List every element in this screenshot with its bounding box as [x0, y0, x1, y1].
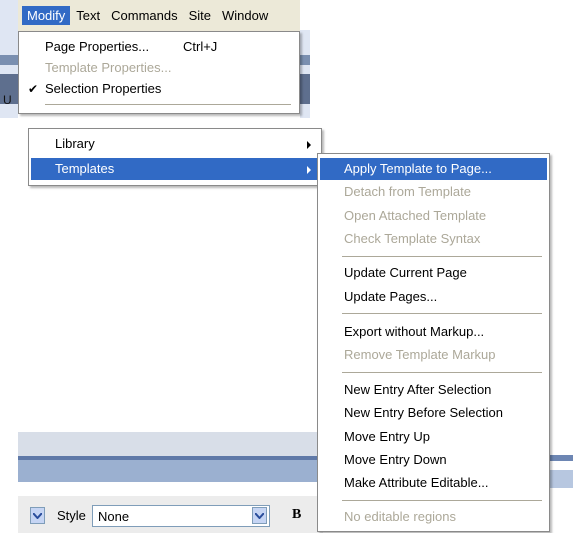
- menu-item-label: Open Attached Template: [344, 208, 487, 223]
- menu-item-new-entry-before-selection[interactable]: New Entry Before Selection: [320, 402, 547, 424]
- menu-item-label: Detach from Template: [344, 184, 471, 199]
- menu-item-no-editable-regions: No editable regions: [320, 506, 547, 528]
- chevron-down-icon[interactable]: [30, 507, 45, 524]
- background-fragment-text: U: [3, 93, 12, 107]
- chevron-down-icon[interactable]: [252, 507, 267, 524]
- menu-item-label: New Entry Before Selection: [344, 405, 503, 420]
- menu-item-open-attached-template: Open Attached Template: [320, 205, 547, 227]
- style-select-value: None: [98, 509, 130, 524]
- menu-separator: [342, 256, 542, 257]
- checkmark-icon: ✔: [28, 82, 39, 96]
- bold-button[interactable]: B: [292, 507, 301, 523]
- menu-text[interactable]: Text: [71, 6, 105, 25]
- menu-item-label: Move Entry Up: [344, 429, 430, 444]
- menu-item-label: Move Entry Down: [344, 452, 447, 467]
- menu-item-export-without-markup[interactable]: Export without Markup...: [320, 321, 547, 343]
- modify-menu: Page Properties... Ctrl+J Template Prope…: [18, 31, 300, 114]
- templates-submenu: Apply Template to Page... Detach from Te…: [317, 153, 550, 532]
- menu-item-templates[interactable]: Templates: [31, 158, 319, 180]
- menu-item-label: Remove Template Markup: [344, 347, 496, 362]
- menu-item-label: New Entry After Selection: [344, 382, 492, 397]
- menu-item-update-pages[interactable]: Update Pages...: [320, 286, 547, 308]
- menu-item-label: Update Pages...: [344, 289, 438, 304]
- menu-item-label: Update Current Page: [344, 265, 467, 280]
- status-bar: [18, 460, 323, 482]
- menu-item-move-entry-up[interactable]: Move Entry Up: [320, 426, 547, 448]
- menu-separator: [342, 372, 542, 373]
- menu-commands[interactable]: Commands: [106, 6, 182, 25]
- menu-item-template-properties: Template Properties...: [21, 57, 297, 79]
- menu-modify[interactable]: Modify: [22, 6, 71, 25]
- menu-separator: [342, 313, 542, 314]
- menu-item-selection-properties[interactable]: ✔ Selection Properties: [21, 78, 297, 100]
- background-strip: [300, 74, 310, 104]
- menu-item-move-entry-down[interactable]: Move Entry Down: [320, 449, 547, 471]
- menu-item-label: Export without Markup...: [344, 324, 485, 339]
- menu-item-label: Selection Properties: [45, 81, 162, 96]
- style-label: Style: [57, 508, 86, 523]
- menu-item-check-template-syntax: Check Template Syntax: [320, 228, 547, 250]
- menu-item-remove-template-markup: Remove Template Markup: [320, 344, 547, 366]
- background-strip: [0, 55, 18, 65]
- background-strip: [300, 55, 310, 65]
- menu-item-label: Template Properties...: [45, 60, 172, 75]
- menu-site[interactable]: Site: [184, 6, 216, 25]
- menu-item-new-entry-after-selection[interactable]: New Entry After Selection: [320, 379, 547, 401]
- menu-item-label: Library: [55, 136, 95, 151]
- submenu-arrow-icon: [307, 166, 311, 174]
- menu-item-make-attribute-editable[interactable]: Make Attribute Editable...: [320, 472, 547, 494]
- menu-item-update-current-page[interactable]: Update Current Page: [320, 262, 547, 284]
- submenu-arrow-icon: [307, 141, 311, 149]
- menu-item-label: Make Attribute Editable...: [344, 475, 489, 490]
- menu-separator: [342, 500, 542, 501]
- menu-item-label: Apply Template to Page...: [344, 161, 492, 176]
- menu-item-page-properties[interactable]: Page Properties... Ctrl+J: [21, 36, 297, 58]
- menu-separator: [45, 104, 291, 105]
- menu-item-label: Check Template Syntax: [344, 231, 481, 246]
- menu-item-apply-template[interactable]: Apply Template to Page...: [320, 158, 547, 180]
- menu-item-label: Page Properties...: [45, 39, 150, 54]
- modify-menu-lower: Library Templates: [28, 128, 322, 186]
- menu-item-detach-from-template: Detach from Template: [320, 181, 547, 203]
- menu-item-label: No editable regions: [344, 509, 457, 524]
- menu-item-library[interactable]: Library: [31, 133, 319, 155]
- menu-item-label: Templates: [55, 161, 115, 176]
- menubar: Modify Text Commands Site Window: [18, 0, 300, 31]
- menu-window[interactable]: Window: [217, 6, 273, 25]
- shortcut-label: Ctrl+J: [183, 39, 218, 54]
